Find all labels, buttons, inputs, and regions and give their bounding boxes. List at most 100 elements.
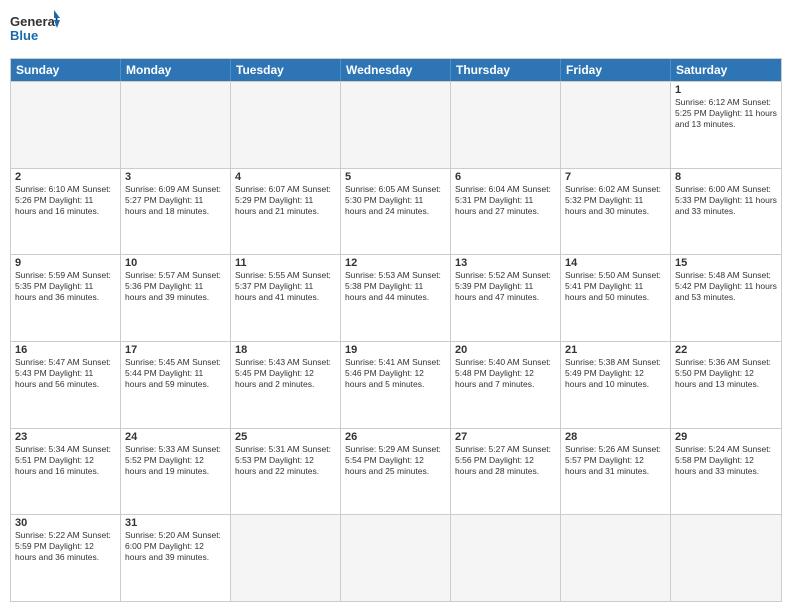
cell-day-number: 5	[345, 171, 446, 183]
day-header-saturday: Saturday	[671, 59, 781, 81]
cell-info: Sunrise: 5:27 AM Sunset: 5:56 PM Dayligh…	[455, 444, 551, 476]
calendar-cell	[231, 82, 341, 168]
calendar-cell: 18Sunrise: 5:43 AM Sunset: 5:45 PM Dayli…	[231, 342, 341, 428]
cell-info: Sunrise: 6:09 AM Sunset: 5:27 PM Dayligh…	[125, 184, 221, 216]
calendar-cell	[121, 82, 231, 168]
cell-info: Sunrise: 5:47 AM Sunset: 5:43 PM Dayligh…	[15, 357, 111, 389]
cell-info: Sunrise: 5:36 AM Sunset: 5:50 PM Dayligh…	[675, 357, 771, 389]
calendar-cell: 14Sunrise: 5:50 AM Sunset: 5:41 PM Dayli…	[561, 255, 671, 341]
cell-info: Sunrise: 5:40 AM Sunset: 5:48 PM Dayligh…	[455, 357, 551, 389]
svg-text:General: General	[10, 14, 58, 29]
cell-info: Sunrise: 5:38 AM Sunset: 5:49 PM Dayligh…	[565, 357, 661, 389]
day-header-wednesday: Wednesday	[341, 59, 451, 81]
cell-day-number: 4	[235, 171, 336, 183]
cell-day-number: 31	[125, 517, 226, 529]
cell-info: Sunrise: 6:02 AM Sunset: 5:32 PM Dayligh…	[565, 184, 661, 216]
calendar-cell: 7Sunrise: 6:02 AM Sunset: 5:32 PM Daylig…	[561, 169, 671, 255]
calendar-cell: 9Sunrise: 5:59 AM Sunset: 5:35 PM Daylig…	[11, 255, 121, 341]
calendar-cell: 31Sunrise: 5:20 AM Sunset: 6:00 PM Dayli…	[121, 515, 231, 601]
logo: General Blue	[10, 10, 60, 50]
cell-day-number: 22	[675, 344, 777, 356]
cell-day-number: 10	[125, 257, 226, 269]
cell-day-number: 1	[675, 84, 777, 96]
calendar-row-5: 30Sunrise: 5:22 AM Sunset: 5:59 PM Dayli…	[11, 514, 781, 601]
cell-day-number: 14	[565, 257, 666, 269]
cell-info: Sunrise: 5:34 AM Sunset: 5:51 PM Dayligh…	[15, 444, 111, 476]
cell-info: Sunrise: 5:24 AM Sunset: 5:58 PM Dayligh…	[675, 444, 771, 476]
day-header-monday: Monday	[121, 59, 231, 81]
calendar-cell: 15Sunrise: 5:48 AM Sunset: 5:42 PM Dayli…	[671, 255, 781, 341]
calendar-cell: 1Sunrise: 6:12 AM Sunset: 5:25 PM Daylig…	[671, 82, 781, 168]
calendar-cell: 10Sunrise: 5:57 AM Sunset: 5:36 PM Dayli…	[121, 255, 231, 341]
calendar-cell: 26Sunrise: 5:29 AM Sunset: 5:54 PM Dayli…	[341, 429, 451, 515]
calendar: SundayMondayTuesdayWednesdayThursdayFrid…	[10, 58, 782, 602]
cell-day-number: 6	[455, 171, 556, 183]
cell-day-number: 20	[455, 344, 556, 356]
calendar-cell	[671, 515, 781, 601]
calendar-cell: 5Sunrise: 6:05 AM Sunset: 5:30 PM Daylig…	[341, 169, 451, 255]
cell-info: Sunrise: 5:48 AM Sunset: 5:42 PM Dayligh…	[675, 270, 777, 302]
calendar-cell	[231, 515, 341, 601]
cell-info: Sunrise: 5:43 AM Sunset: 5:45 PM Dayligh…	[235, 357, 331, 389]
cell-day-number: 28	[565, 431, 666, 443]
calendar-cell: 12Sunrise: 5:53 AM Sunset: 5:38 PM Dayli…	[341, 255, 451, 341]
calendar-cell	[561, 515, 671, 601]
cell-day-number: 3	[125, 171, 226, 183]
calendar-row-1: 2Sunrise: 6:10 AM Sunset: 5:26 PM Daylig…	[11, 168, 781, 255]
calendar-cell	[451, 515, 561, 601]
calendar-row-0: 1Sunrise: 6:12 AM Sunset: 5:25 PM Daylig…	[11, 81, 781, 168]
calendar-cell	[11, 82, 121, 168]
cell-day-number: 13	[455, 257, 556, 269]
cell-info: Sunrise: 5:57 AM Sunset: 5:36 PM Dayligh…	[125, 270, 221, 302]
cell-info: Sunrise: 6:12 AM Sunset: 5:25 PM Dayligh…	[675, 97, 777, 129]
cell-info: Sunrise: 6:05 AM Sunset: 5:30 PM Dayligh…	[345, 184, 441, 216]
cell-info: Sunrise: 5:33 AM Sunset: 5:52 PM Dayligh…	[125, 444, 221, 476]
cell-day-number: 17	[125, 344, 226, 356]
cell-day-number: 24	[125, 431, 226, 443]
calendar-cell: 19Sunrise: 5:41 AM Sunset: 5:46 PM Dayli…	[341, 342, 451, 428]
cell-day-number: 2	[15, 171, 116, 183]
calendar-cell: 16Sunrise: 5:47 AM Sunset: 5:43 PM Dayli…	[11, 342, 121, 428]
cell-day-number: 8	[675, 171, 777, 183]
cell-info: Sunrise: 5:31 AM Sunset: 5:53 PM Dayligh…	[235, 444, 331, 476]
calendar-cell: 30Sunrise: 5:22 AM Sunset: 5:59 PM Dayli…	[11, 515, 121, 601]
calendar-cell: 27Sunrise: 5:27 AM Sunset: 5:56 PM Dayli…	[451, 429, 561, 515]
calendar-cell: 29Sunrise: 5:24 AM Sunset: 5:58 PM Dayli…	[671, 429, 781, 515]
calendar-cell: 8Sunrise: 6:00 AM Sunset: 5:33 PM Daylig…	[671, 169, 781, 255]
page: General Blue SundayMondayTuesdayWednesda…	[0, 0, 792, 612]
cell-day-number: 9	[15, 257, 116, 269]
cell-info: Sunrise: 5:29 AM Sunset: 5:54 PM Dayligh…	[345, 444, 441, 476]
cell-day-number: 18	[235, 344, 336, 356]
calendar-row-3: 16Sunrise: 5:47 AM Sunset: 5:43 PM Dayli…	[11, 341, 781, 428]
cell-day-number: 12	[345, 257, 446, 269]
cell-day-number: 25	[235, 431, 336, 443]
cell-day-number: 27	[455, 431, 556, 443]
cell-day-number: 16	[15, 344, 116, 356]
cell-day-number: 15	[675, 257, 777, 269]
cell-day-number: 7	[565, 171, 666, 183]
cell-info: Sunrise: 5:22 AM Sunset: 5:59 PM Dayligh…	[15, 530, 111, 562]
calendar-cell	[561, 82, 671, 168]
cell-day-number: 23	[15, 431, 116, 443]
day-header-tuesday: Tuesday	[231, 59, 341, 81]
cell-day-number: 11	[235, 257, 336, 269]
calendar-cell	[451, 82, 561, 168]
cell-info: Sunrise: 6:10 AM Sunset: 5:26 PM Dayligh…	[15, 184, 111, 216]
calendar-cell: 3Sunrise: 6:09 AM Sunset: 5:27 PM Daylig…	[121, 169, 231, 255]
day-headers: SundayMondayTuesdayWednesdayThursdayFrid…	[11, 59, 781, 81]
cell-day-number: 29	[675, 431, 777, 443]
calendar-cell: 11Sunrise: 5:55 AM Sunset: 5:37 PM Dayli…	[231, 255, 341, 341]
calendar-cell: 21Sunrise: 5:38 AM Sunset: 5:49 PM Dayli…	[561, 342, 671, 428]
cell-info: Sunrise: 5:55 AM Sunset: 5:37 PM Dayligh…	[235, 270, 331, 302]
day-header-sunday: Sunday	[11, 59, 121, 81]
calendar-cell: 20Sunrise: 5:40 AM Sunset: 5:48 PM Dayli…	[451, 342, 561, 428]
day-header-thursday: Thursday	[451, 59, 561, 81]
svg-text:Blue: Blue	[10, 28, 38, 43]
calendar-cell: 24Sunrise: 5:33 AM Sunset: 5:52 PM Dayli…	[121, 429, 231, 515]
calendar-cell: 13Sunrise: 5:52 AM Sunset: 5:39 PM Dayli…	[451, 255, 561, 341]
calendar-grid: 1Sunrise: 6:12 AM Sunset: 5:25 PM Daylig…	[11, 81, 781, 601]
header: General Blue	[10, 10, 782, 50]
day-header-friday: Friday	[561, 59, 671, 81]
calendar-cell: 22Sunrise: 5:36 AM Sunset: 5:50 PM Dayli…	[671, 342, 781, 428]
cell-day-number: 26	[345, 431, 446, 443]
